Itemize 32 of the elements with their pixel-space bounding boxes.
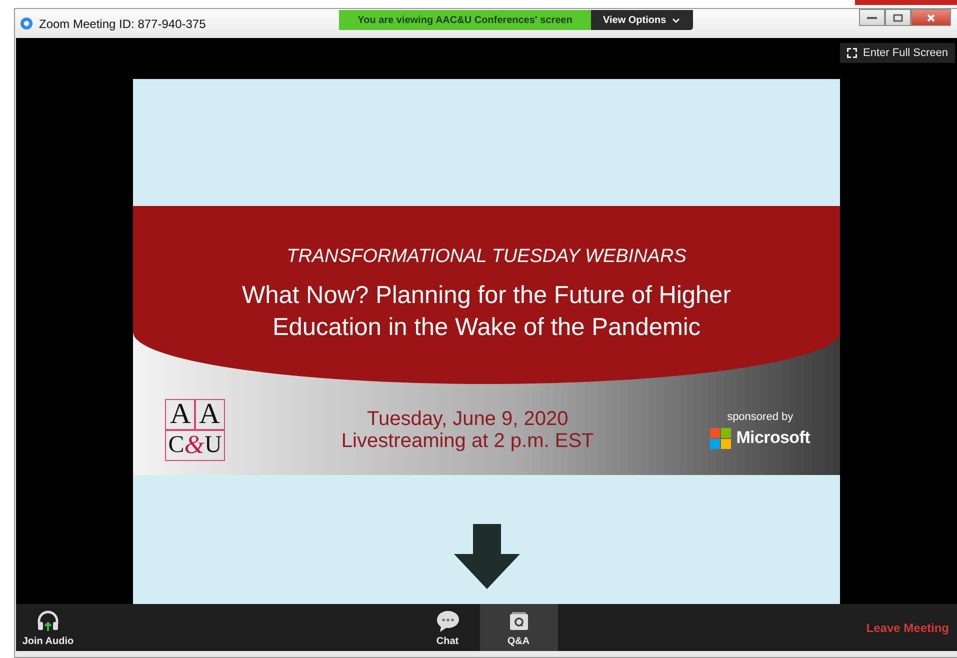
headphones-icon xyxy=(36,608,60,632)
close-button[interactable] xyxy=(911,9,951,26)
sponsor-name: Microsoft xyxy=(736,428,810,448)
caret-icon xyxy=(672,18,680,22)
four-squares-icon xyxy=(710,428,732,448)
minimize-button[interactable] xyxy=(859,9,885,26)
maximize-button[interactable] xyxy=(885,9,911,26)
window-title: Zoom Meeting ID: 877-940-375 xyxy=(39,16,206,30)
logo-letter: A xyxy=(166,400,195,430)
logo-letter: C xyxy=(168,432,184,456)
toolbar-button[interactable]: Q&A xyxy=(480,604,558,651)
sponsor-label: sponsored by xyxy=(727,410,794,422)
maximize-icon xyxy=(893,14,903,22)
view-options-button[interactable]: View Options xyxy=(591,10,693,30)
down-arrow-icon xyxy=(454,524,520,589)
series-title: TRANSFORMATIONAL TUESDAY WEBINARS xyxy=(286,246,686,268)
logo-ampersand: & xyxy=(184,432,204,458)
screen-share-notice: You are viewing AAC&U Conferences' screen xyxy=(339,10,591,30)
full-screen-button[interactable]: Enter Full Screen xyxy=(840,43,955,63)
toolbar-button[interactable]: Chat xyxy=(416,604,480,651)
minimize-icon xyxy=(867,16,877,20)
expand-icon xyxy=(847,48,858,58)
logo-letter: A xyxy=(195,400,224,430)
logo-letter: U xyxy=(204,432,222,456)
app-logo-icon xyxy=(20,17,33,30)
chat-bubble-icon xyxy=(434,608,460,632)
event-time: Livestreaming at 2 p.m. EST xyxy=(341,430,594,452)
close-icon xyxy=(926,12,936,22)
toolbar-button[interactable]: Join Audio xyxy=(16,604,80,651)
webinar-title: What Now? Planning for the Future of Higher Education in the Wake of the Pandemic xyxy=(241,281,732,343)
event-date: Tuesday, June 9, 2020 xyxy=(366,408,568,430)
leave-meeting-button[interactable]: Leave Meeting xyxy=(858,620,957,634)
